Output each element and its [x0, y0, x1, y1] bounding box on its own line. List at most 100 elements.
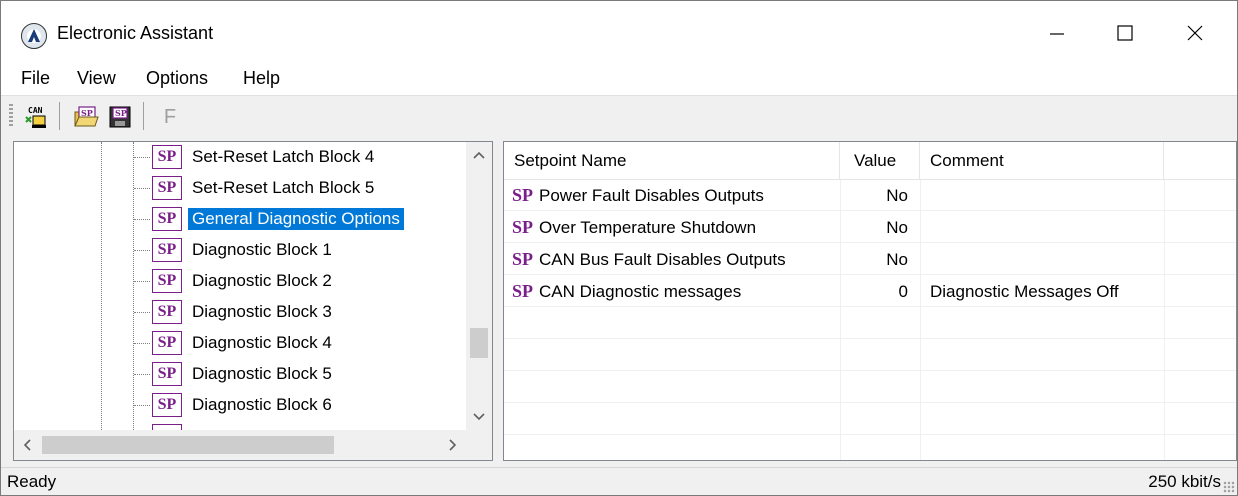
setpoint-value: No — [886, 218, 908, 237]
status-bar: Ready 250 kbit/s — [1, 467, 1237, 495]
list-body: SP Power Fault Disables Outputs No SP Over… — [504, 180, 1236, 460]
setpoint-name: CAN Bus Fault Disables Outputs — [539, 250, 786, 269]
menu-options[interactable]: Options — [146, 68, 208, 89]
flash-icon: F — [163, 105, 177, 128]
table-row[interactable]: SP CAN Bus Fault Disables Outputs No — [504, 244, 1236, 275]
chevron-left-icon — [23, 439, 31, 451]
maximize-button[interactable] — [1093, 9, 1157, 57]
setpoint-icon: SP — [152, 300, 182, 324]
close-icon — [1187, 25, 1203, 41]
toolbar-separator — [59, 102, 60, 130]
menu-bar: File View Options Help — [1, 63, 1237, 95]
scroll-corner — [466, 430, 492, 460]
table-row[interactable]: SP Power Fault Disables Outputs No — [504, 180, 1236, 211]
scroll-left-button[interactable] — [14, 430, 40, 460]
setpoint-value: No — [886, 186, 908, 205]
baud-rate: 250 kbit/s — [1148, 472, 1221, 491]
tree-rows: SP Set-Reset Latch Block 4 SP Set-Reset … — [14, 142, 466, 430]
scroll-up-button[interactable] — [466, 142, 492, 168]
empty-row — [504, 340, 1236, 371]
tree-item-label: Diagnostic Block 5 — [192, 364, 332, 383]
maximize-icon — [1117, 25, 1133, 41]
open-setpoint-file-button[interactable]: SP — [71, 102, 101, 132]
setpoint-icon: SP — [152, 362, 182, 386]
open-folder-icon: SP — [74, 106, 99, 127]
table-row[interactable]: SP CAN Diagnostic messages 0 Diagnostic M… — [504, 276, 1236, 307]
tree-item[interactable]: SP Diagnostic Block 6 — [134, 390, 336, 420]
tree-item[interactable]: SP Set-Reset Latch Block 5 — [134, 173, 378, 203]
setpoint-value: 0 — [898, 282, 908, 301]
setpoint-comment — [930, 244, 1164, 275]
tree-item-label: General Diagnostic Options — [187, 207, 405, 231]
svg-text:CAN: CAN — [28, 106, 43, 115]
setpoint-icon: SP — [152, 207, 182, 231]
status-text: Ready — [7, 472, 57, 491]
chevron-right-icon — [449, 439, 457, 451]
save-disk-icon: SP — [109, 106, 131, 128]
scroll-down-button[interactable] — [466, 404, 492, 430]
toolbar: CAN SP SP F — [1, 95, 1237, 135]
title-bar[interactable]: Electronic Assistant — [1, 1, 1237, 63]
tree-item[interactable]: SP Set-Reset Latch Block 4 — [134, 142, 378, 172]
tree-item[interactable]: SP Diagnostic Block 2 — [134, 266, 336, 296]
flash-button[interactable]: F — [155, 102, 185, 132]
tree-vertical-scrollbar[interactable] — [466, 142, 492, 430]
tree-item-partial[interactable] — [134, 421, 182, 430]
app-logo-icon — [21, 23, 47, 49]
setpoint-icon: SP — [512, 249, 534, 269]
column-header-value[interactable]: Value — [840, 142, 920, 180]
tree-item-label: Diagnostic Block 2 — [192, 271, 332, 290]
window-title: Electronic Assistant — [57, 23, 214, 43]
chevron-down-icon — [473, 413, 485, 421]
app-window: Electronic Assistant File View Options H… — [0, 0, 1238, 496]
tree-horizontal-scrollbar[interactable] — [14, 430, 466, 460]
setpoint-list: Setpoint Name Value Comment SP Power Faul… — [503, 141, 1237, 461]
close-button[interactable] — [1163, 9, 1227, 57]
tree-item-label: Diagnostic Block 6 — [192, 395, 332, 414]
minimize-button[interactable] — [1025, 9, 1089, 57]
setpoint-icon: SP — [512, 217, 534, 237]
tree-item-label: Diagnostic Block 3 — [192, 302, 332, 321]
setpoint-icon: SP — [152, 145, 182, 169]
tree-item-selected[interactable]: SP General Diagnostic Options — [134, 204, 405, 234]
resize-grip-icon[interactable] — [1223, 481, 1235, 493]
column-header-setpoint-name[interactable]: Setpoint Name — [504, 142, 840, 180]
tree-item[interactable]: SP Diagnostic Block 5 — [134, 359, 336, 389]
pane-splitter[interactable] — [493, 141, 503, 461]
setpoint-comment — [930, 212, 1164, 243]
menu-help[interactable]: Help — [243, 68, 280, 89]
tree-item-label: Diagnostic Block 1 — [192, 240, 332, 259]
toolbar-separator — [143, 102, 144, 130]
setpoint-name: Power Fault Disables Outputs — [539, 186, 764, 205]
setpoint-icon: SP — [152, 176, 182, 200]
setpoint-group-tree[interactable]: SP Set-Reset Latch Block 4 SP Set-Reset … — [13, 141, 493, 461]
empty-row — [504, 404, 1236, 435]
minimize-icon — [1050, 33, 1064, 35]
tree-item-label: Set-Reset Latch Block 4 — [192, 147, 375, 166]
toolbar-grip[interactable] — [9, 104, 13, 128]
setpoint-comment: Diagnostic Messages Off — [930, 282, 1119, 301]
tree-item-label: Set-Reset Latch Block 5 — [192, 178, 375, 197]
tree-item[interactable]: SP Diagnostic Block 4 — [134, 328, 336, 358]
setpoint-icon: SP — [512, 281, 534, 301]
setpoint-icon: SP — [152, 238, 182, 262]
can-connect-button[interactable]: CAN — [21, 102, 51, 132]
table-row[interactable]: SP Over Temperature Shutdown No — [504, 212, 1236, 243]
menu-view[interactable]: View — [77, 68, 116, 89]
setpoint-icon: SP — [512, 185, 534, 205]
scroll-thumb[interactable] — [470, 328, 488, 358]
setpoint-icon: SP — [152, 393, 182, 417]
tree-item[interactable]: SP Diagnostic Block 1 — [134, 235, 336, 265]
menu-file[interactable]: File — [21, 68, 50, 89]
scroll-right-button[interactable] — [440, 430, 466, 460]
empty-row — [504, 436, 1236, 460]
tree-connector-line — [101, 142, 102, 430]
tree-item[interactable]: SP Diagnostic Block 3 — [134, 297, 336, 327]
empty-row — [504, 372, 1236, 403]
column-header-comment[interactable]: Comment — [920, 142, 1164, 180]
tree-item-label: Diagnostic Block 4 — [192, 333, 332, 352]
setpoint-name: Over Temperature Shutdown — [539, 218, 757, 237]
setpoint-name: CAN Diagnostic messages — [539, 282, 742, 301]
save-setpoint-file-button[interactable]: SP — [105, 102, 135, 132]
scroll-thumb[interactable] — [42, 436, 334, 454]
